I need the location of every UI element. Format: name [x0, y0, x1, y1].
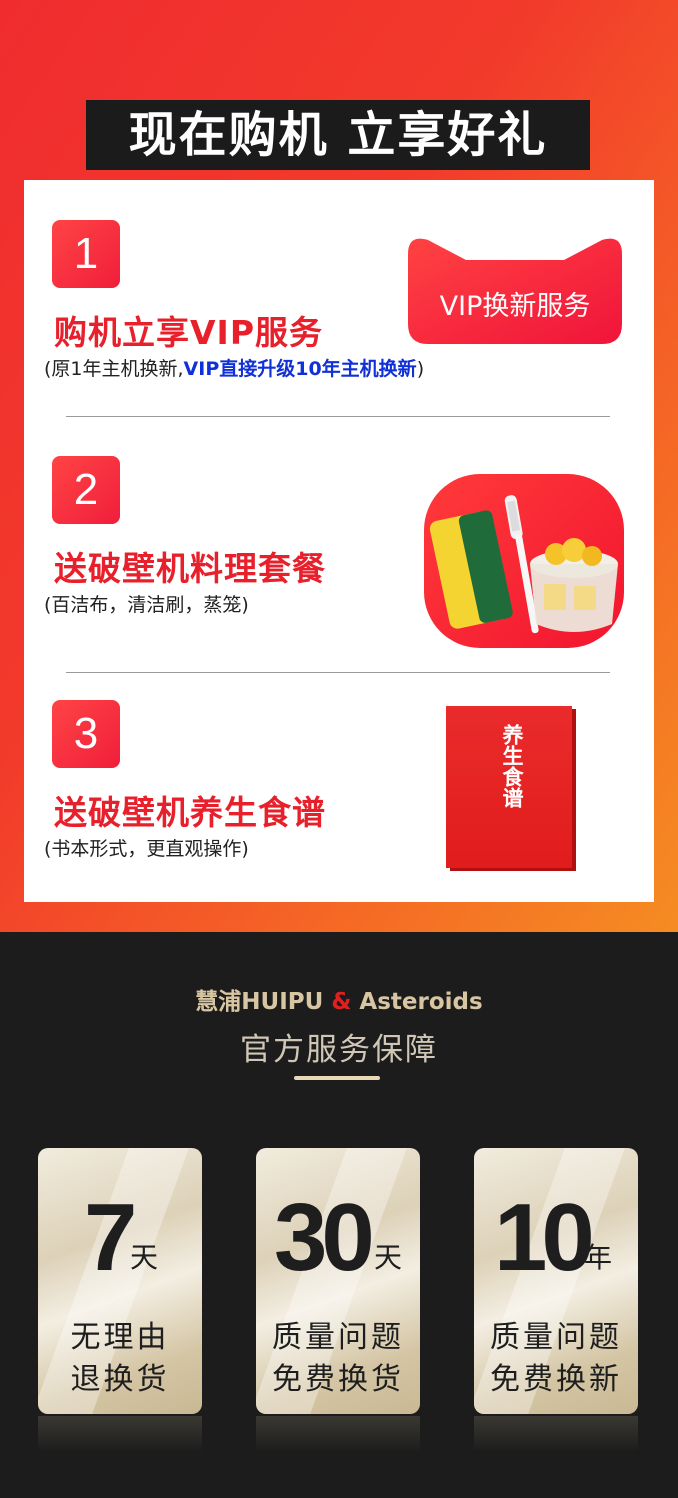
offer-title-1: 购机立享VIP服务 [54, 313, 324, 352]
card-reflection [256, 1416, 420, 1452]
brand-partner: Asteroids [359, 989, 483, 1015]
vip-badge-label: VIP换新服务 [439, 291, 591, 322]
promo-banner: 现在购机 立享好礼 [86, 100, 590, 170]
guarantee-line-1: 质量问题 [490, 1320, 622, 1355]
title-underline [294, 1076, 380, 1080]
guarantee-number: 7 [84, 1184, 137, 1291]
guarantee-line-2: 退换货 [70, 1362, 170, 1397]
brand-name: 慧浦HUIPU [195, 989, 324, 1015]
guarantee-line-1: 无理由 [70, 1320, 170, 1355]
guarantee-unit: 年 [584, 1241, 613, 1274]
guarantee-title: 官方服务保障 [240, 1032, 438, 1068]
guarantee-line-2: 免费换货 [272, 1362, 404, 1397]
offer-subtitle-3: (书本形式，更直观操作) [44, 838, 249, 860]
card-reflection [474, 1416, 638, 1452]
divider-1 [66, 416, 610, 417]
recipe-book-title: 养生食谱 [500, 724, 525, 808]
offer-subtitle-1-suffix: ) [416, 358, 425, 380]
vip-badge: VIP换新服务 [406, 234, 624, 344]
offer-subtitle-1-prefix: (原1年主机换新, [44, 358, 184, 380]
card-reflection [38, 1416, 202, 1452]
brand-line: 慧浦HUIPU & Asteroids [0, 982, 678, 1016]
offer-title-3: 送破壁机养生食谱 [54, 793, 326, 832]
brand-ampersand: & [331, 989, 352, 1015]
offer-number-3: 3 [52, 700, 120, 768]
offer-number-2: 2 [52, 456, 120, 524]
offer-number-1: 1 [52, 220, 120, 288]
guarantee-number: 10 [494, 1184, 595, 1291]
guarantee-card-10-year: 10 年 质量问题 免费换新 [474, 1148, 638, 1414]
guarantee-unit: 天 [374, 1241, 403, 1274]
offer-subtitle-1-highlight: VIP直接升级10年主机换新 [183, 358, 417, 380]
guarantee-number: 30 [274, 1184, 375, 1291]
guarantee-unit: 天 [130, 1241, 159, 1274]
kit-illustration [429, 495, 618, 634]
guarantee-line-2: 免费换新 [490, 1362, 622, 1397]
cleaning-kit-image [424, 474, 624, 648]
offer-subtitle-1: (原1年主机换新,VIP直接升级10年主机换新) [44, 354, 424, 381]
guarantee-line-1: 质量问题 [272, 1320, 404, 1355]
offers-card: 1 购机立享VIP服务 (原1年主机换新,VIP直接升级10年主机换新) VIP… [24, 180, 654, 902]
offer-subtitle-2: (百洁布，清洁刷，蒸笼) [44, 594, 249, 616]
promo-section: 现在购机 立享好礼 1 购机立享VIP服务 (原1年主机换新,VIP直接升级10… [0, 0, 678, 932]
guarantee-card-30-day: 30 天 质量问题 免费换货 [256, 1148, 420, 1414]
divider-2 [66, 672, 610, 673]
guarantee-card-7-day: 7 天 无理由 退换货 [38, 1148, 202, 1414]
offer-title-2: 送破壁机料理套餐 [54, 549, 326, 588]
recipe-book-image: 养生食谱 [446, 706, 572, 868]
